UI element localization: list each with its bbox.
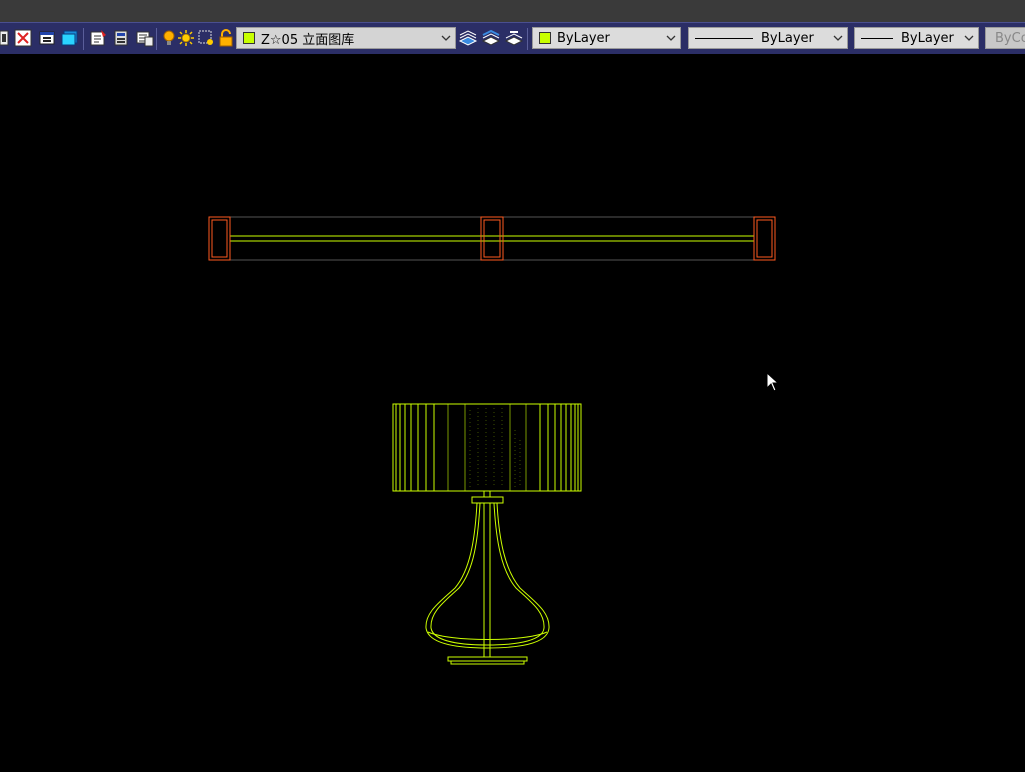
- layer-walk-icon[interactable]: [458, 27, 478, 49]
- chevron-down-icon: [441, 35, 451, 41]
- layer-delete-icon[interactable]: [504, 27, 524, 49]
- freeze-viewport-icon[interactable]: [196, 27, 216, 49]
- linetype-value: ByLayer: [761, 30, 814, 46]
- table-lamp: [392, 403, 582, 665]
- layer-name: Z☆05 立面图库: [261, 32, 355, 48]
- rod-fixture: [208, 216, 776, 261]
- sun-icon[interactable]: [176, 27, 196, 49]
- chevron-down-icon: [666, 35, 676, 41]
- lineweight-value: ByLayer: [901, 30, 954, 46]
- layer-close-icon[interactable]: [13, 27, 33, 49]
- linetype-dropdown[interactable]: ByLayer: [688, 27, 848, 49]
- chevron-down-icon: [833, 35, 843, 41]
- title-bar: [0, 0, 1025, 23]
- drawing-svg: [208, 216, 776, 665]
- layer-color-swatch: [243, 32, 255, 44]
- linetype-preview: [695, 37, 753, 39]
- color-value: ByLayer: [557, 30, 610, 46]
- layer-dropdown[interactable]: Z☆05 立面图库: [236, 27, 456, 49]
- layer-previous-icon[interactable]: [111, 27, 131, 49]
- layer-iso-icon[interactable]: [135, 27, 155, 49]
- plotstyle-dropdown[interactable]: ByCo: [985, 27, 1025, 49]
- drawing-canvas[interactable]: [0, 54, 1025, 768]
- layer-toggle-icon[interactable]: [60, 27, 80, 49]
- toolbar-separator: [83, 28, 84, 50]
- lock-icon[interactable]: [216, 27, 236, 49]
- lineweight-preview: [861, 37, 893, 39]
- toolbar-grip-icon[interactable]: [0, 27, 14, 49]
- chevron-down-icon: [964, 35, 974, 41]
- color-dropdown[interactable]: ByLayer: [532, 27, 681, 49]
- lineweight-dropdown[interactable]: ByLayer: [854, 27, 979, 49]
- color-swatch: [539, 32, 551, 44]
- mouse-cursor-icon: [766, 371, 780, 396]
- toolbar-separator: [156, 28, 157, 50]
- layer-state-icon[interactable]: [37, 27, 57, 49]
- plotstyle-value: ByCo: [995, 30, 1025, 46]
- toolbar-separator: [527, 28, 528, 50]
- layers-properties-toolbar: Z☆05 立面图库 ByLayer ByLayer ByLayer ByCo: [0, 22, 1025, 54]
- match-layer-icon[interactable]: [88, 27, 108, 49]
- layer-merge-icon[interactable]: [481, 27, 501, 49]
